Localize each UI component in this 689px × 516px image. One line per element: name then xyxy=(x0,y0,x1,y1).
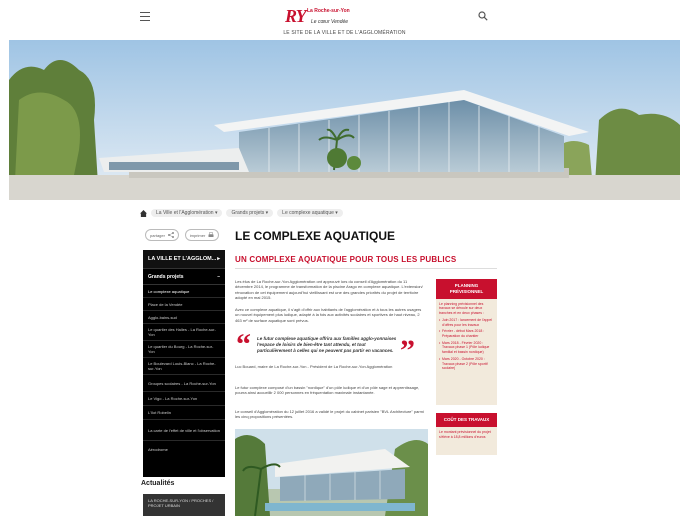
search-icon[interactable] xyxy=(478,11,488,21)
logo-slogan: Le cœur Vendée xyxy=(311,19,349,25)
breadcrumb-item-ville[interactable]: La Ville et l'Agglomération ▾ xyxy=(151,209,223,217)
sidebar-section-grands-projets[interactable]: Grands projets – xyxy=(143,269,225,285)
print-icon xyxy=(208,232,214,237)
quote-close-icon: ” xyxy=(400,334,415,367)
sidebar-item-groupes-scolaires[interactable]: Groupes scolaires - La Roche-sur-Yon xyxy=(143,375,225,392)
sidebar-item-quartier-halles[interactable]: Le quartier des Halles - La Roche-sur-Yo… xyxy=(143,324,225,341)
sidebar-item-agglo-bains[interactable]: Agglo-bains-sud xyxy=(143,311,225,324)
actualites-title: Actualités xyxy=(141,480,175,487)
planning-item: Mars 2018 - Février 2020 : Travaux phase… xyxy=(439,341,494,355)
divider xyxy=(235,268,497,269)
home-icon[interactable] xyxy=(140,209,147,217)
cout-panel: COÛT DES TRAVAUX Le montant prévisionnel… xyxy=(436,413,497,455)
actualites-card[interactable]: LA ROCHE-SUR-YON / PROCHES / PROJET URBA… xyxy=(143,494,225,516)
sidebar-nav: LA VILLE ET L'AGGLOM... ▸ Grands projets… xyxy=(143,250,225,477)
site-logo[interactable]: RY La Roche-sur-Yon Le cœur Vendée xyxy=(285,6,350,28)
planning-item: Mars 2020 - Octobre 2020 : Travaux phase… xyxy=(439,357,494,371)
paragraph-3: Le futur complexe composé d'un bassin "n… xyxy=(235,385,420,396)
logo-mark: RY xyxy=(285,6,307,26)
menu-icon[interactable] xyxy=(140,12,150,21)
page-title: LE COMPLEXE AQUATIQUE xyxy=(235,229,396,243)
planning-item: Février - début Mars 2018 : Préparation … xyxy=(439,329,494,338)
breadcrumb-item-grands-projets[interactable]: Grands projets ▾ xyxy=(226,209,274,217)
quote-author: Luc Bouard, maire de La Roche-sur-Yon - … xyxy=(235,364,393,369)
sidebar-top-label: LA VILLE ET L'AGGLOM... xyxy=(148,256,217,262)
paragraph-4: Le conseil d'Agglomération du 12 juillet… xyxy=(235,409,424,420)
breadcrumb: La Ville et l'Agglomération ▾ Grands pro… xyxy=(140,208,343,218)
print-button[interactable]: imprimer xyxy=(185,229,219,241)
cout-text: Le montant prévisionnel du projet s'élèv… xyxy=(439,429,491,439)
share-label: partager xyxy=(150,232,165,238)
planning-panel: PLANNING PRÉVISIONNEL Le planning prévis… xyxy=(436,279,497,405)
collapse-icon: – xyxy=(217,273,220,280)
planning-title: PLANNING PRÉVISIONNEL xyxy=(436,279,497,299)
intro-paragraph: Les élus de La Roche-sur-Yon Agglomérati… xyxy=(235,279,423,301)
sidebar-item-boulevard[interactable]: Le Boulevard Louis-Blanc - La Roche-sur-… xyxy=(143,358,225,375)
sidebar-item-vigo[interactable]: Le Vigo - La Roche-sur-Yon xyxy=(143,392,225,406)
planning-item: Juin 2017 : lancement de l'appel d'offre… xyxy=(439,318,494,327)
sidebar-item-carte[interactable]: La carte de l'effet de ville et l'observ… xyxy=(143,420,225,441)
sidebar-item-ilot-robelin[interactable]: L'îlot Robelin xyxy=(143,406,225,420)
chevron-right-icon: ▸ xyxy=(217,256,220,262)
project-render-image xyxy=(235,429,428,516)
hero-image xyxy=(9,40,680,200)
breadcrumb-item-complexe[interactable]: Le complexe aquatique ▾ xyxy=(277,209,343,217)
planning-body: Le planning prévisionnel des travaux se … xyxy=(436,299,497,374)
sidebar-item-place-vendee[interactable]: Place de la Vendée xyxy=(143,298,225,311)
cout-title: COÛT DES TRAVAUX xyxy=(436,413,497,427)
site-tagline: LE SITE DE LA VILLE ET DE L'AGGLOMÉRATIO… xyxy=(283,30,406,36)
quote-open-icon: “ xyxy=(236,328,251,361)
sidebar-section-label: Grands projets xyxy=(148,273,184,280)
planning-intro: Le planning prévisionnel des travaux se … xyxy=(439,301,484,316)
page-subtitle: UN COMPLEXE AQUATIQUE POUR TOUS LES PUBL… xyxy=(235,255,457,264)
share-icon xyxy=(167,232,174,238)
site-header: RY La Roche-sur-Yon Le cœur Vendée LE SI… xyxy=(0,0,689,40)
planning-list: Juin 2017 : lancement de l'appel d'offre… xyxy=(439,318,494,371)
sidebar-item-aerodrome[interactable]: Aérodrome xyxy=(143,441,225,457)
sidebar-item-complexe[interactable]: Le complexe aquatique xyxy=(143,285,225,298)
logo-name: La Roche-sur-Yon xyxy=(307,8,350,14)
share-button[interactable]: partager xyxy=(145,229,179,241)
sidebar-top-item[interactable]: LA VILLE ET L'AGGLOM... ▸ xyxy=(143,250,225,269)
sidebar-item-quartier-bourg[interactable]: Le quartier du Bourg - La Roche-sur-Yon xyxy=(143,341,225,358)
paragraph-2: Avec ce complexe aquatique, il s'agit d'… xyxy=(235,307,422,323)
print-label: imprimer xyxy=(189,232,206,238)
quote-text: Le futur complexe aquatique offrira aux … xyxy=(257,336,397,353)
